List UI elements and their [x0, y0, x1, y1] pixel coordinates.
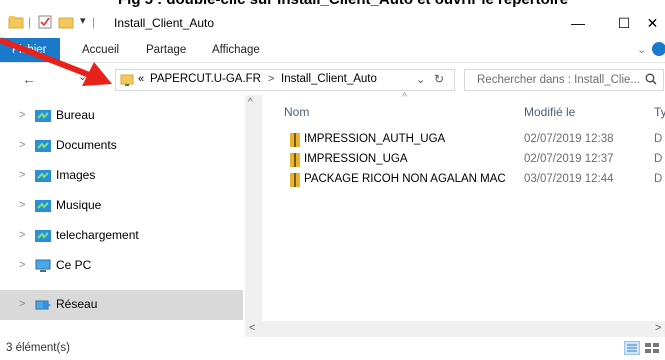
close-button[interactable]: ✕ — [640, 8, 665, 38]
minimize-button[interactable]: — — [555, 8, 601, 38]
sidebar-item-label: Bureau — [56, 108, 95, 122]
address-dropdown-icon[interactable]: ⌄ — [416, 73, 425, 86]
file-list: ^ Nom Modifié le Ty IMPRESSION_AUTH_UGA … — [262, 91, 665, 337]
table-row[interactable]: IMPRESSION_AUTH_UGA 02/07/2019 12:38 D — [262, 130, 665, 150]
network-icon — [35, 298, 51, 312]
sidebar-item-label: Documents — [56, 138, 117, 152]
music-folder-icon — [35, 199, 51, 213]
downloads-folder-icon — [35, 229, 51, 243]
search-input[interactable]: Rechercher dans : Install_Clie... — [464, 69, 664, 91]
file-name: PACKAGE RICOH NON AGALAN MAC — [304, 173, 506, 185]
address-segment-server[interactable]: PAPERCUT.U-GA.FR — [150, 73, 261, 85]
horizontal-scrollbar[interactable]: < > — [245, 321, 665, 337]
file-name: IMPRESSION_UGA — [304, 153, 408, 165]
status-bar: 3 élément(s) — [0, 337, 665, 360]
desktop-folder-icon — [35, 109, 51, 123]
expand-chevron-icon[interactable]: > — [19, 109, 25, 121]
table-row[interactable]: IMPRESSION_UGA 02/07/2019 12:37 D — [262, 150, 665, 170]
file-type: D — [654, 173, 663, 185]
details-view-icon[interactable] — [623, 340, 641, 358]
scroll-up-icon[interactable]: ^ — [248, 97, 253, 108]
caption-banner: Fig 5 : double-clic sur Install_Client_A… — [0, 0, 665, 8]
sidebar-item-documents[interactable]: > Documents — [0, 131, 243, 161]
documents-folder-icon — [35, 139, 51, 153]
annotation-arrow-icon — [0, 37, 112, 86]
navigation-pane: > Bureau > Documents > Images > Musique … — [0, 95, 245, 337]
window-title: Install_Client_Auto — [114, 16, 215, 30]
help-icon[interactable] — [652, 42, 665, 59]
file-modified: 02/07/2019 12:38 — [524, 133, 614, 145]
expand-chevron-icon[interactable]: > — [19, 199, 25, 211]
file-modified: 03/07/2019 12:44 — [524, 173, 614, 185]
network-folder-icon — [120, 73, 134, 90]
file-type: D — [654, 133, 663, 145]
computer-icon — [35, 259, 51, 273]
zip-folder-icon — [290, 173, 300, 187]
scroll-left-icon[interactable]: < — [249, 322, 255, 334]
tab-partage[interactable]: Partage — [146, 38, 186, 62]
sidebar-item-bureau[interactable]: > Bureau — [0, 101, 243, 131]
caption-text: Fig 5 : double-clic sur Install_Client_A… — [118, 0, 568, 8]
expand-chevron-icon[interactable]: > — [19, 169, 25, 181]
sort-indicator-icon: ^ — [402, 91, 408, 103]
table-row[interactable]: PACKAGE RICOH NON AGALAN MAC 03/07/2019 … — [262, 170, 665, 190]
nav-scrollbar[interactable]: ^ v — [245, 95, 262, 337]
sidebar-item-label: telechargement — [56, 228, 139, 242]
address-overflow[interactable]: « — [138, 73, 144, 85]
images-folder-icon — [35, 169, 51, 183]
file-name: IMPRESSION_AUTH_UGA — [304, 133, 446, 145]
tab-affichage[interactable]: Affichage — [212, 38, 260, 62]
file-modified: 02/07/2019 12:37 — [524, 153, 614, 165]
expand-ribbon-icon[interactable]: ⌄ — [637, 43, 646, 56]
column-header-modified[interactable]: Modifié le — [524, 105, 575, 119]
sidebar-item-images[interactable]: > Images — [0, 161, 243, 191]
expand-chevron-icon[interactable]: > — [19, 259, 25, 271]
sidebar-item-musique[interactable]: > Musique — [0, 191, 243, 221]
search-icon — [645, 73, 657, 88]
address-bar[interactable]: « PAPERCUT.U-GA.FR > Install_Client_Auto… — [115, 69, 455, 91]
zip-folder-icon — [290, 153, 300, 167]
address-separator: > — [268, 73, 275, 85]
scroll-right-icon[interactable]: > — [655, 322, 661, 334]
sidebar-item-reseau[interactable]: > Réseau — [0, 290, 243, 320]
large-icons-view-icon[interactable] — [644, 341, 660, 358]
sidebar-item-label: Réseau — [56, 297, 98, 311]
expand-chevron-icon[interactable]: > — [19, 229, 25, 241]
refresh-icon[interactable]: ↻ — [434, 72, 444, 86]
sidebar-item-ce-pc[interactable]: > Ce PC — [0, 251, 243, 281]
item-count: 3 élément(s) — [6, 342, 70, 354]
sidebar-item-label: Images — [56, 168, 96, 182]
column-header-type[interactable]: Ty — [654, 105, 665, 119]
expand-chevron-icon[interactable]: > — [19, 139, 25, 151]
expand-chevron-icon[interactable]: > — [19, 298, 25, 310]
sidebar-item-telechargement[interactable]: > telechargement — [0, 221, 243, 251]
sidebar-item-label: Musique — [56, 198, 102, 212]
address-segment-folder[interactable]: Install_Client_Auto — [281, 73, 377, 85]
file-type: D — [654, 153, 663, 165]
sidebar-item-label: Ce PC — [56, 258, 92, 272]
column-header-name[interactable]: Nom — [284, 105, 309, 119]
zip-folder-icon — [290, 133, 300, 147]
